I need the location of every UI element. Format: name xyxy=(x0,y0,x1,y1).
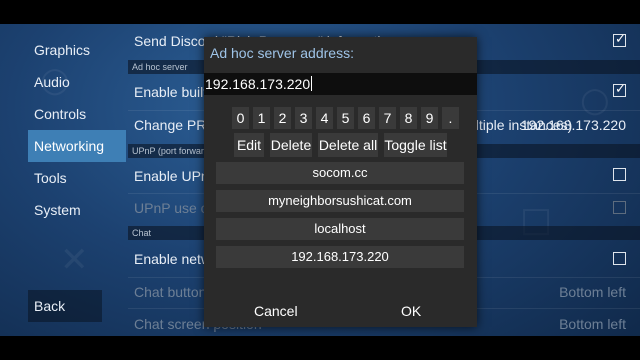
text-caret xyxy=(311,76,313,91)
digit-key-4[interactable]: 4 xyxy=(316,107,333,129)
digit-key-5[interactable]: 5 xyxy=(337,107,354,129)
enable-chat-checkbox[interactable] xyxy=(613,252,626,265)
delete-all-button[interactable]: Delete all xyxy=(318,133,378,157)
check-icon: ✓ xyxy=(615,82,626,97)
letterbox-bottom xyxy=(0,336,640,360)
server-list-item[interactable]: myneighborsushicat.com xyxy=(216,190,464,212)
check-icon: ✓ xyxy=(615,32,626,47)
cancel-button[interactable]: Cancel xyxy=(254,303,298,319)
sidebar-item-controls[interactable]: Controls xyxy=(28,98,126,130)
sidebar-item-graphics[interactable]: Graphics xyxy=(28,34,126,66)
sidebar: Graphics Audio Controls Networking Tools… xyxy=(28,34,126,226)
app-screen: ○ △ □ ✕ ○ Graphics Audio Controls Networ… xyxy=(0,0,640,360)
digit-key-7[interactable]: 7 xyxy=(379,107,396,129)
digit-key-2[interactable]: 2 xyxy=(274,107,291,129)
back-button[interactable]: Back xyxy=(28,290,102,322)
server-list-item[interactable]: localhost xyxy=(216,218,464,240)
upnp-original-checkbox[interactable] xyxy=(613,201,626,214)
toggle-list-button[interactable]: Toggle list xyxy=(384,133,447,157)
sidebar-item-networking[interactable]: Networking xyxy=(28,130,126,162)
sidebar-item-system[interactable]: System xyxy=(28,194,126,226)
discord-checkbox[interactable]: ✓ xyxy=(613,32,626,47)
server-list-item[interactable]: socom.cc xyxy=(216,162,464,184)
digit-key-9[interactable]: 9 xyxy=(421,107,438,129)
address-input[interactable]: 192.168.173.220 xyxy=(204,73,477,95)
adhoc-address-dialog: Ad hoc server address: 192.168.173.220 0… xyxy=(204,37,477,327)
edit-button[interactable]: Edit xyxy=(234,133,264,157)
digit-key-dot[interactable]: . xyxy=(442,107,459,129)
setting-value: Bottom left xyxy=(559,284,626,300)
digit-key-6[interactable]: 6 xyxy=(358,107,375,129)
digit-key-3[interactable]: 3 xyxy=(295,107,312,129)
digit-key-0[interactable]: 0 xyxy=(232,107,249,129)
dialog-title: Ad hoc server address: xyxy=(210,45,354,61)
server-list-item[interactable]: 192.168.173.220 xyxy=(216,246,464,268)
delete-button[interactable]: Delete xyxy=(270,133,312,157)
edit-actions: Edit Delete Delete all Toggle list xyxy=(204,133,477,157)
digit-key-1[interactable]: 1 xyxy=(253,107,270,129)
setting-value: Bottom left xyxy=(559,316,626,332)
background-decor-icon: ✕ xyxy=(60,240,89,280)
enable-builtin-checkbox[interactable]: ✓ xyxy=(613,82,626,97)
sidebar-item-audio[interactable]: Audio xyxy=(28,66,126,98)
enable-upnp-checkbox[interactable] xyxy=(613,168,626,181)
digit-key-8[interactable]: 8 xyxy=(400,107,417,129)
letterbox-top xyxy=(0,0,640,24)
ok-button[interactable]: OK xyxy=(401,303,421,319)
address-input-value: 192.168.173.220 xyxy=(205,76,311,92)
setting-value: 192.168.173.220 xyxy=(520,117,626,133)
sidebar-item-tools[interactable]: Tools xyxy=(28,162,126,194)
